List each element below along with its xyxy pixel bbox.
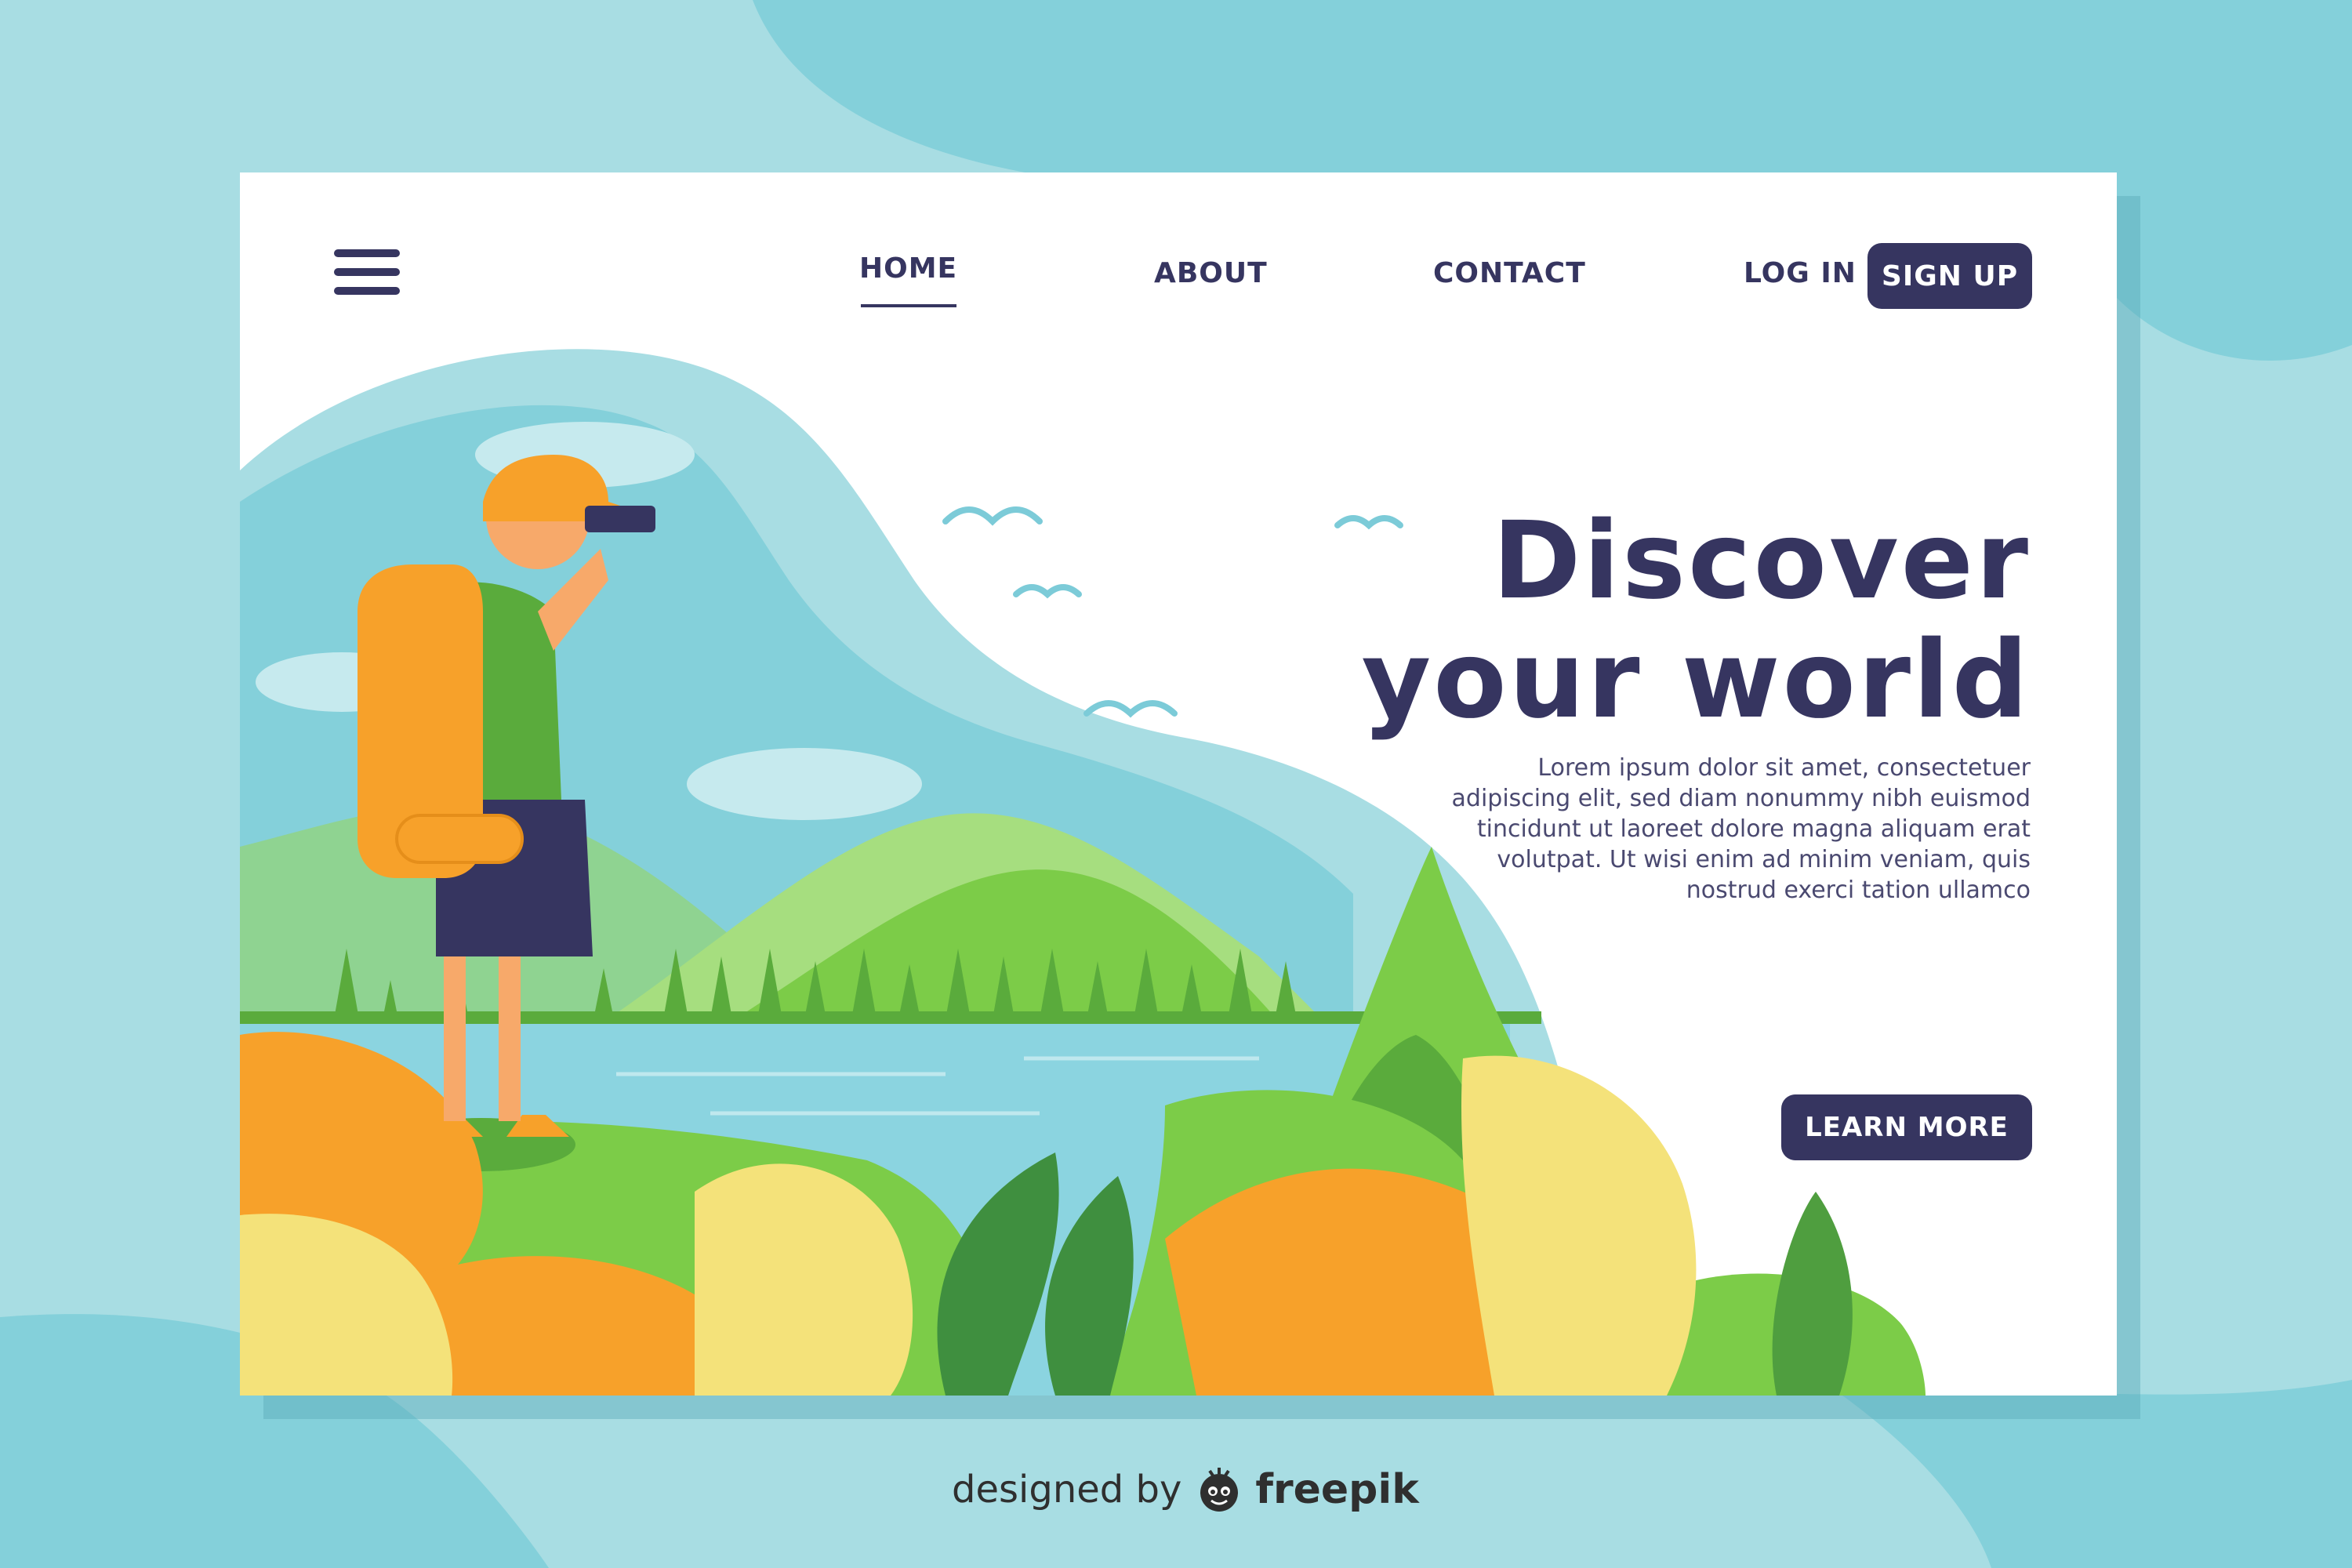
- designer-credit: designed by freepik: [952, 1458, 1419, 1521]
- nav-contact-link[interactable]: CONTACT: [1433, 257, 1586, 289]
- signup-button[interactable]: SIGN UP: [1867, 243, 2032, 309]
- nav-home-link[interactable]: HOME: [859, 252, 957, 285]
- login-link[interactable]: LOG IN: [1744, 257, 1857, 289]
- hero-body-line: tincidunt ut laoreet dolore magna aliqua…: [1476, 815, 2031, 843]
- credit-prefix: designed by: [952, 1468, 1182, 1512]
- hero-body-text: Lorem ipsum dolor sit amet, consectetuer…: [1388, 753, 2031, 906]
- hero-body-line: volutpat. Ut wisi enim ad minim veniam, …: [1497, 846, 2031, 873]
- hero-title-line-2: your world: [1361, 619, 2031, 742]
- nav-about-link[interactable]: ABOUT: [1154, 257, 1268, 289]
- active-nav-underline: [861, 304, 956, 307]
- credit-brand: freepik: [1255, 1466, 1419, 1513]
- hamburger-menu-icon[interactable]: [334, 249, 400, 299]
- hero-body-line: nostrud exerci tation ullamco: [1686, 877, 2031, 904]
- hero-body-line: adipiscing elit, sed diam nonummy nibh e…: [1451, 785, 2031, 812]
- hero-title-line-1: Discover: [1492, 499, 2031, 623]
- freepik-logo-icon: [1200, 1468, 1239, 1512]
- landing-page-card: HOME ABOUT CONTACT LOG IN SIGN UP Discov…: [240, 172, 2117, 1396]
- hero-body-line: Lorem ipsum dolor sit amet, consectetuer: [1537, 754, 2031, 782]
- learn-more-button[interactable]: LEARN MORE: [1781, 1094, 2032, 1160]
- hero-title: Discover your world: [1362, 502, 2031, 740]
